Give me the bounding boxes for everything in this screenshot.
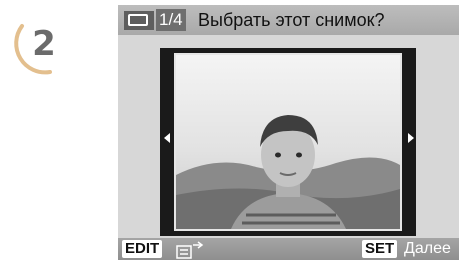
screen-title: Выбрать этот снимок? [198,10,385,30]
top-bar: 1/4 Выбрать этот снимок? [118,5,459,35]
edit-button[interactable]: EDIT [122,240,163,258]
step-number: 2 [32,24,56,64]
set-button[interactable]: SET [362,240,398,258]
list-arrow-icon [176,241,204,259]
bottom-bar: EDIT SET Далее [118,238,459,260]
photo-preview[interactable] [176,55,400,229]
step-badge: 2 [10,10,78,78]
left-arrow-icon[interactable] [164,133,170,143]
image-counter: 1/4 [156,9,186,31]
camera-lcd-screen: 1/4 Выбрать этот снимок? EDIT SET Далее [118,5,459,260]
next-label: Далее [404,240,451,257]
right-arrow-icon[interactable] [408,133,414,143]
photo-frame [160,48,416,236]
single-image-icon [124,11,154,30]
child-photo [176,55,400,229]
